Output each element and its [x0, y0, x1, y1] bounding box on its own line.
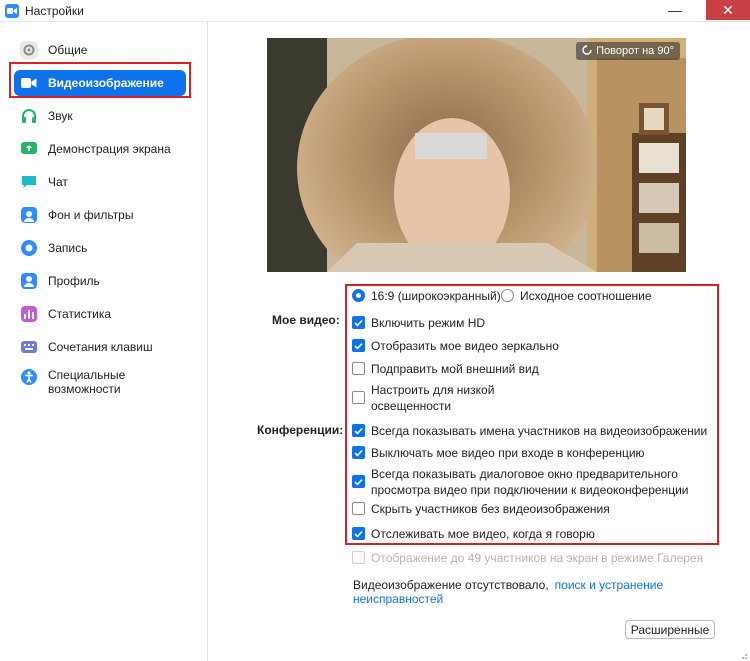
checkbox-unchecked-icon — [352, 502, 365, 515]
sidebar-item-recording[interactable]: Запись — [14, 235, 186, 261]
show-names-checkbox[interactable]: Всегда показывать имена участников на ви… — [352, 423, 707, 439]
resize-grip-icon[interactable] — [738, 649, 748, 659]
radio-unselected-icon — [501, 289, 514, 302]
sidebar-item-profile[interactable]: Профиль — [14, 268, 186, 294]
sidebar-item-general[interactable]: Общие — [14, 37, 186, 63]
checkbox-checked-icon — [352, 424, 365, 437]
hide-non-video-checkbox[interactable]: Скрыть участников без видеоизображения — [352, 501, 610, 517]
accessibility-icon — [20, 368, 38, 386]
radio-selected-icon — [352, 289, 365, 302]
chat-icon — [20, 173, 38, 191]
meetings-label: Конференции: — [257, 423, 344, 437]
profile-icon — [20, 272, 38, 290]
video-missing-label: Видеоизображение отсутствовало, — [353, 578, 549, 592]
preview-dialog-checkbox[interactable]: Всегда показывать диалоговое окно предва… — [352, 466, 719, 498]
sidebar-item-accessibility[interactable]: Специальные возможности — [14, 365, 186, 405]
spotlight-my-video-checkbox[interactable]: Отслеживать мое видео, когда я говорю — [352, 526, 595, 542]
sidebar-item-statistics[interactable]: Статистика — [14, 301, 186, 327]
close-button[interactable]: ✕ — [706, 0, 750, 20]
checkbox-checked-icon — [352, 527, 365, 540]
checkbox-checked-icon — [352, 475, 365, 488]
checkbox-checked-icon — [352, 446, 365, 459]
gallery-49-checkbox: Отображение до 49 участников на экран в … — [352, 550, 703, 566]
sidebar-item-chat[interactable]: Чат — [14, 169, 186, 195]
face-blur-box — [415, 133, 487, 159]
sidebar-item-label: Профиль — [48, 274, 100, 288]
aspect-widescreen-radio[interactable]: 16:9 (широкоэкранный) — [352, 288, 501, 304]
zoom-app-icon — [5, 3, 19, 18]
sidebar-item-background[interactable]: Фон и фильтры — [14, 202, 186, 228]
sidebar-item-label: Специальные возможности — [48, 368, 126, 396]
turn-off-video-on-join-checkbox[interactable]: Выключать мое видео при входе в конферен… — [352, 445, 645, 461]
low-light-checkbox[interactable]: Настроить для низкой освещенности — [352, 382, 506, 414]
gear-icon — [20, 41, 38, 59]
sidebar-item-label: Чат — [48, 175, 68, 189]
active-item-highlight-frame — [9, 62, 191, 98]
minimize-button[interactable]: — — [660, 0, 690, 20]
checkbox-checked-icon — [352, 339, 365, 352]
mirror-video-checkbox[interactable]: Отобразить мое видео зеркально — [352, 338, 559, 354]
checkbox-checked-icon — [352, 316, 365, 329]
keyboard-icon — [20, 338, 38, 356]
sidebar-item-audio[interactable]: Звук — [14, 103, 186, 129]
rotate-icon — [582, 44, 592, 58]
sidebar-item-label: Общие — [48, 43, 88, 57]
share-screen-icon — [20, 140, 38, 158]
sidebar-item-label: Звук — [48, 109, 73, 123]
video-missing-text: Видеоизображение отсутствовало, поиск и у… — [353, 578, 750, 606]
video-preview: Поворот на 90° — [267, 38, 686, 272]
checkbox-disabled-icon — [352, 551, 365, 564]
window-title: Настройки — [25, 3, 84, 18]
headphones-icon — [20, 107, 38, 125]
rotate-label: Поворот на 90° — [596, 45, 674, 57]
sidebar-item-label: Фон и фильтры — [48, 208, 134, 222]
sidebar-item-label: Демонстрация экрана — [48, 142, 171, 156]
sidebar-item-share-screen[interactable]: Демонстрация экрана — [14, 136, 186, 162]
record-icon — [20, 239, 38, 257]
checkbox-unchecked-icon — [352, 391, 365, 404]
checkbox-unchecked-icon — [352, 362, 365, 375]
hd-mode-checkbox[interactable]: Включить режим HD — [352, 315, 485, 331]
advanced-button[interactable]: Расширенные — [625, 620, 715, 639]
statistics-icon — [20, 305, 38, 323]
aspect-original-radio[interactable]: Исходное соотношение — [501, 288, 652, 304]
my-video-label: Мое видео: — [272, 313, 340, 327]
sidebar-item-label: Сочетания клавиш — [48, 340, 153, 354]
background-icon — [20, 206, 38, 224]
sidebar-item-keyboard-shortcuts[interactable]: Сочетания клавиш — [14, 334, 186, 360]
settings-sidebar: Общие Видеоизображение Звук Демонстрация… — [0, 22, 208, 661]
touch-up-appearance-checkbox[interactable]: Подправить мой внешний вид — [352, 361, 539, 377]
sidebar-item-label: Статистика — [48, 307, 112, 321]
title-bar: Настройки — ✕ — [0, 0, 750, 22]
rotate-90-button[interactable]: Поворот на 90° — [576, 42, 680, 60]
sidebar-item-label: Запись — [48, 241, 88, 255]
